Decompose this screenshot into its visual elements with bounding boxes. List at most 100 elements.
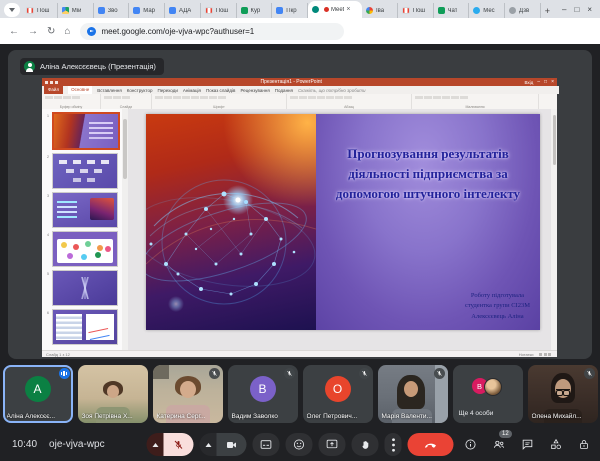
window-controls: – □ × bbox=[554, 0, 600, 18]
home-button[interactable]: ⌂ bbox=[64, 26, 70, 37]
smiley-icon bbox=[293, 438, 306, 451]
reload-button[interactable]: ↻ bbox=[47, 26, 55, 37]
participant-tile-oleh[interactable]: О Олег Петрович... bbox=[303, 365, 373, 423]
avatar: О bbox=[325, 376, 351, 402]
reactions-button[interactable] bbox=[286, 433, 313, 456]
new-tab-button[interactable]: + bbox=[545, 6, 550, 16]
tab-search-button[interactable] bbox=[4, 3, 20, 17]
tab-gmail-1[interactable]: Пош bbox=[22, 3, 58, 18]
powerpoint-title: Презентація1 - PowerPoint bbox=[58, 79, 524, 85]
chat-icon bbox=[521, 438, 534, 451]
chevron-up-icon bbox=[205, 443, 211, 447]
slide-thumbnail-3 bbox=[52, 192, 118, 228]
ribbon-tab-file: Файл bbox=[44, 86, 63, 94]
more-people-tile[interactable]: В Ще 4 особи bbox=[453, 365, 523, 423]
mic-off-icon bbox=[284, 368, 295, 379]
participant-tile-olena[interactable]: Олена Михайл... bbox=[528, 365, 598, 423]
participant-tile-kateryna[interactable]: Катерина Серг... bbox=[153, 365, 223, 423]
meet-site-icon bbox=[87, 27, 96, 36]
mic-off-icon bbox=[209, 368, 220, 379]
tab-telegram[interactable]: Мес bbox=[469, 3, 505, 18]
tab-docs-1[interactable]: Зво bbox=[94, 3, 130, 18]
lock-icon bbox=[578, 438, 590, 451]
three-dots-icon bbox=[391, 438, 395, 452]
tab-chat[interactable]: Чат bbox=[434, 3, 470, 18]
chevron-up-icon bbox=[152, 443, 158, 447]
camera-button[interactable] bbox=[217, 433, 247, 456]
forward-button[interactable]: → bbox=[28, 26, 38, 37]
tab-docs-3[interactable]: АДА bbox=[165, 3, 201, 18]
more-options-button[interactable] bbox=[385, 433, 402, 456]
ribbon-tab-transitions: Переходи bbox=[157, 88, 177, 93]
sheets-favicon bbox=[241, 7, 248, 14]
ribbon-tab-view: Подання bbox=[275, 88, 293, 93]
presenter-avatar bbox=[24, 61, 35, 72]
mic-off-icon bbox=[359, 368, 370, 379]
tab-sheets[interactable]: Кур bbox=[237, 3, 273, 18]
tab-photos[interactable]: Іва bbox=[362, 3, 398, 18]
speaking-indicator-icon bbox=[59, 368, 70, 379]
people-icon bbox=[492, 438, 506, 451]
activities-button[interactable] bbox=[549, 438, 563, 451]
ribbon-tab-home: Основне bbox=[68, 86, 92, 94]
captions-button[interactable] bbox=[253, 433, 280, 456]
slide-canvas: Прогнозування результатів діяльності під… bbox=[128, 109, 557, 350]
restore-window-button[interactable]: □ bbox=[574, 5, 579, 14]
mic-off-icon bbox=[434, 368, 445, 379]
slide-text-panel: Прогнозування результатів діяльності під… bbox=[316, 114, 540, 330]
mic-options-button[interactable] bbox=[147, 433, 164, 456]
address-bar[interactable]: meet.google.com/oje-vjva-wpc?authuser=1 bbox=[80, 23, 344, 40]
canvas-scrollbar bbox=[551, 109, 557, 350]
ribbon-group-font: Шрифт bbox=[152, 94, 287, 109]
close-window-button[interactable]: × bbox=[587, 5, 592, 14]
mic-off-icon bbox=[173, 439, 185, 451]
docs-favicon bbox=[133, 7, 140, 14]
powerpoint-status-bar: Слайд 1 з 12 Нотатки bbox=[42, 350, 557, 357]
ribbon-content: Буфер обміну Слайди Шрифт Абзац Малюванн… bbox=[42, 94, 557, 110]
meet-window: Пош Мій Зво Мар АДА Пош Кур Пкр Meet × І… bbox=[0, 0, 600, 461]
raise-hand-button[interactable] bbox=[352, 433, 379, 456]
camera-options-button[interactable] bbox=[200, 433, 217, 456]
powerpoint-window-controls: – □ × bbox=[537, 79, 554, 85]
recording-dot-icon bbox=[324, 7, 329, 12]
slide-thumbnail-2 bbox=[52, 153, 118, 189]
powerpoint-window: Презентація1 - PowerPoint Вхід – □ × Фай… bbox=[42, 78, 557, 356]
tab-profile[interactable]: Дзв bbox=[505, 3, 541, 18]
gmail-favicon bbox=[26, 7, 34, 14]
slide-network-image bbox=[146, 114, 316, 330]
participant-tile-maria[interactable]: Марія Валенти... bbox=[378, 365, 448, 423]
host-controls-button[interactable] bbox=[578, 438, 590, 451]
title-slide: Прогнозування результатів діяльності під… bbox=[146, 114, 540, 330]
tab-gmail-3[interactable]: Пош bbox=[398, 3, 434, 18]
present-button[interactable] bbox=[319, 433, 346, 456]
tab-docs-4[interactable]: Пкр bbox=[272, 3, 308, 18]
browser-toolbar: ← → ↻ ⌂ meet.google.com/oje-vjva-wpc?aut… bbox=[0, 18, 600, 45]
tab-meet-active[interactable]: Meet × bbox=[308, 1, 362, 18]
notes-toggle: Нотатки bbox=[519, 352, 534, 357]
close-tab-icon[interactable]: × bbox=[346, 6, 350, 13]
chat-favicon bbox=[438, 7, 445, 14]
slide-thumbnail-6 bbox=[52, 309, 118, 345]
chat-panel-button[interactable] bbox=[521, 438, 534, 451]
quick-access-toolbar bbox=[45, 81, 58, 84]
ribbon-group-paragraph: Абзац bbox=[287, 94, 412, 109]
participant-tile-alina[interactable]: A Аліна Алексєє... bbox=[3, 365, 73, 423]
participant-tile-vadym[interactable]: В Вадим Заволко bbox=[228, 365, 298, 423]
call-end-icon bbox=[423, 437, 438, 452]
meeting-details-button[interactable] bbox=[464, 438, 477, 451]
mic-mute-button[interactable] bbox=[164, 433, 194, 456]
leave-call-button[interactable] bbox=[408, 433, 454, 456]
presenter-banner: Аліна Алексєєвець (Презентація) bbox=[20, 58, 164, 75]
slide-thumbnail-4 bbox=[52, 231, 118, 267]
shared-screen-tile[interactable]: Аліна Алексєєвець (Презентація) Презента… bbox=[8, 50, 592, 359]
people-panel-button[interactable]: 12 bbox=[492, 438, 506, 451]
powerpoint-title-bar: Презентація1 - PowerPoint Вхід – □ × bbox=[42, 78, 557, 86]
participant-tile-zoia[interactable]: Зоя Петрівна Х... bbox=[78, 365, 148, 423]
minimize-window-button[interactable]: – bbox=[562, 5, 566, 14]
back-button[interactable]: ← bbox=[9, 26, 19, 37]
tab-gmail-2[interactable]: Пош bbox=[201, 3, 237, 18]
tab-docs-2[interactable]: Мар bbox=[129, 3, 165, 18]
meet-stage: Аліна Алексєєвець (Презентація) Презента… bbox=[0, 44, 600, 428]
docs-favicon bbox=[169, 7, 176, 14]
tab-drive[interactable]: Мій bbox=[58, 3, 94, 18]
